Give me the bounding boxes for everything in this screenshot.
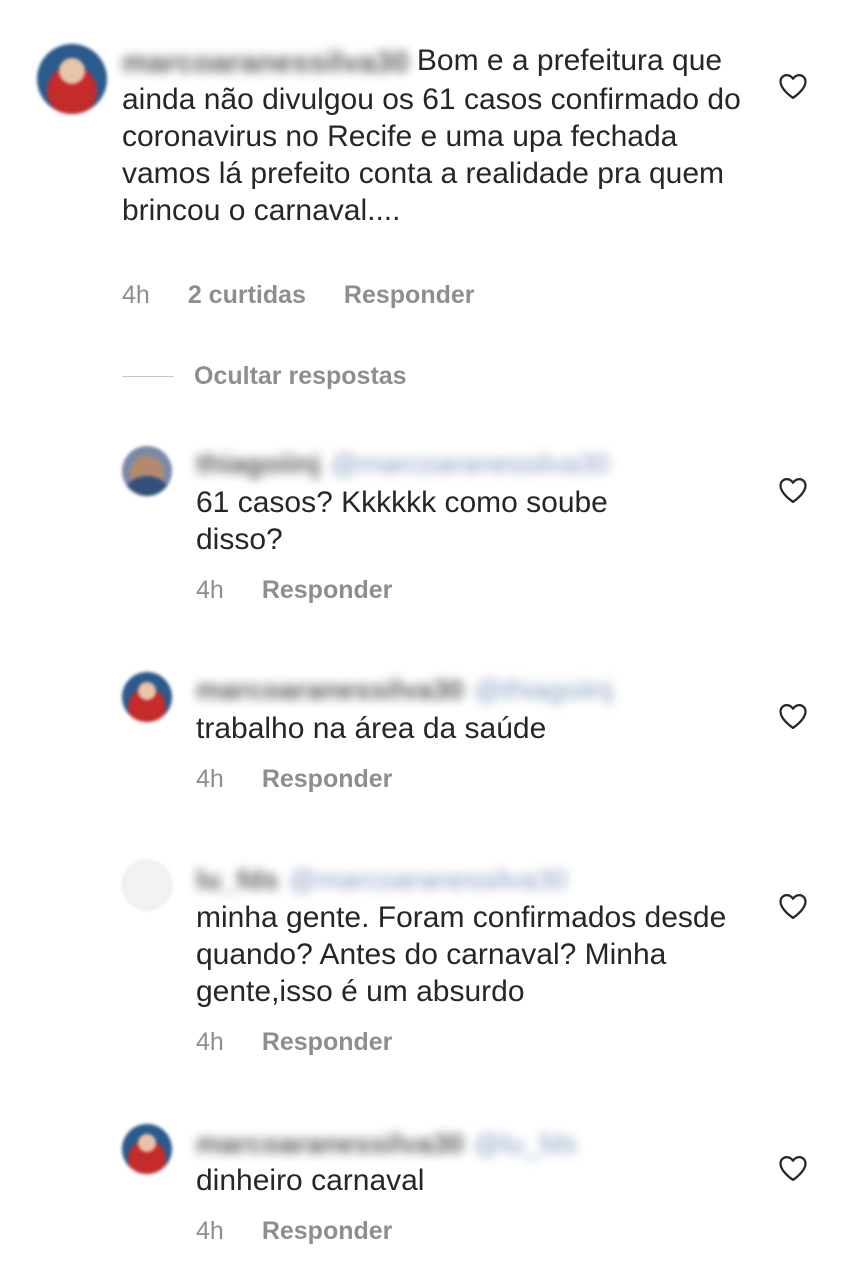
reply-username[interactable]: thiagoiinj	[196, 448, 320, 480]
reply-username[interactable]: marcoaranessilva30	[196, 1128, 464, 1160]
reply-header: marcoaranessilva30 @lu_fds	[196, 1126, 577, 1160]
avatar[interactable]	[122, 672, 172, 722]
comment-meta: 4h 2 curtidas Responder	[122, 281, 475, 310]
reply-button[interactable]: Responder	[262, 1028, 393, 1057]
heart-outline-icon[interactable]	[778, 892, 808, 920]
reply-meta: 4h Responder	[196, 1217, 392, 1246]
reply-mention[interactable]: @marcoaranessilva30	[330, 448, 609, 480]
reply-button[interactable]: Responder	[344, 281, 475, 310]
reply-meta: 4h Responder	[196, 765, 392, 794]
reply-time: 4h	[196, 765, 224, 793]
reply-mention[interactable]: @marcoaranessilva30	[288, 864, 567, 896]
reply-time: 4h	[196, 1028, 224, 1056]
heart-outline-icon[interactable]	[778, 702, 808, 730]
heart-outline-icon[interactable]	[778, 1154, 808, 1182]
divider	[122, 376, 174, 377]
reply-time: 4h	[196, 1217, 224, 1245]
reply-mention[interactable]: @thiagoiinj	[474, 674, 613, 706]
avatar[interactable]	[122, 446, 172, 496]
reply-meta: 4h Responder	[196, 1028, 392, 1057]
heart-outline-icon[interactable]	[778, 72, 808, 100]
reply-button[interactable]: Responder	[262, 765, 393, 794]
reply-text: 61 casos? Kkkkkk como soube disso?	[196, 486, 617, 556]
reply-username[interactable]: marcoaranessilva30	[196, 674, 464, 706]
reply-header: marcoaranessilva30 @thiagoiinj	[196, 672, 613, 706]
reply-text: dinheiro carnaval	[196, 1164, 425, 1197]
avatar[interactable]	[37, 44, 107, 114]
reply-header: thiagoiinj @marcoaranessilva30	[196, 446, 609, 480]
reply-button[interactable]: Responder	[262, 576, 393, 605]
reply-mention[interactable]: @lu_fds	[474, 1128, 577, 1160]
likes-count[interactable]: 2 curtidas	[188, 281, 306, 310]
avatar[interactable]	[122, 1124, 172, 1174]
reply-header: lu_fds @marcoaranessilva30	[196, 862, 567, 896]
heart-outline-icon[interactable]	[778, 476, 808, 504]
reply-button[interactable]: Responder	[262, 1217, 393, 1246]
hide-replies-button[interactable]: Ocultar respostas	[122, 362, 407, 391]
reply-meta: 4h Responder	[196, 576, 392, 605]
reply-time: 4h	[196, 576, 224, 604]
reply-text: trabalho na área da saúde	[196, 712, 547, 745]
reply-text: minha gente. Foram confirmados desde qua…	[196, 901, 735, 1008]
comment-time: 4h	[122, 281, 150, 309]
avatar[interactable]	[122, 860, 172, 910]
comment-text: marcoaranessilva30 Bom e a prefeitura que…	[122, 44, 750, 227]
reply-username[interactable]: lu_fds	[196, 864, 278, 896]
comment-username[interactable]: marcoaranessilva30	[122, 44, 409, 81]
